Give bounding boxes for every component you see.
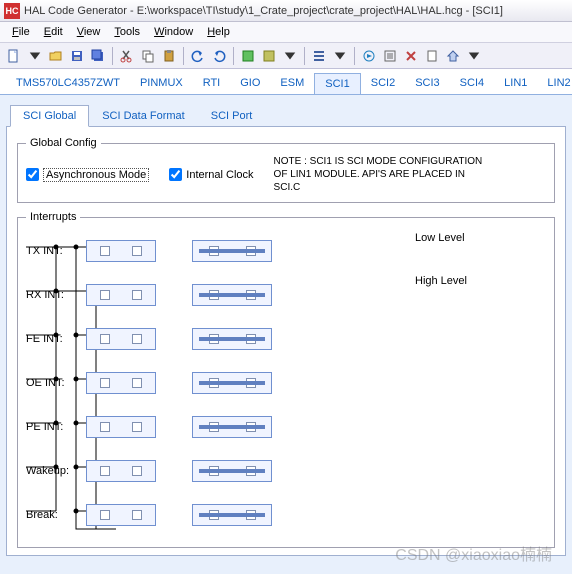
inner-tab-sci-port[interactable]: SCI Port	[198, 105, 266, 127]
menu-view[interactable]: View	[71, 24, 107, 40]
inner-tabs: SCI GlobalSCI Data FormatSCI Port	[6, 101, 566, 127]
module-tab-tms570lc4357zwt[interactable]: TMS570LC4357ZWT	[6, 73, 130, 94]
dropdown-arrow-icon[interactable]	[330, 46, 350, 66]
redo-button[interactable]	[209, 46, 229, 66]
menubar: File Edit View Tools Window Help	[0, 22, 572, 43]
module-tab-sci2[interactable]: SCI2	[361, 73, 405, 94]
content-area: SCI GlobalSCI Data FormatSCI Port Global…	[0, 94, 572, 574]
internal-clock-checkbox[interactable]: Internal Clock	[169, 168, 253, 181]
interrupt-route-widget[interactable]	[192, 416, 272, 438]
menu-edit[interactable]: Edit	[38, 24, 69, 40]
info-button[interactable]	[422, 46, 442, 66]
save-button[interactable]	[67, 46, 87, 66]
interrupt-row: Break:	[26, 493, 546, 537]
interrupt-row: PE INT:	[26, 405, 546, 449]
interrupt-label: OE INT:	[26, 377, 86, 389]
global-config-group: Global Config Asynchronous Mode Internal…	[17, 137, 555, 203]
gen-button[interactable]	[238, 46, 258, 66]
interrupt-row: RX INT:	[26, 273, 546, 317]
interrupt-row: Wakeup:	[26, 449, 546, 493]
interrupt-row: OE INT:	[26, 361, 546, 405]
paste-button[interactable]	[159, 46, 179, 66]
module-tab-pinmux[interactable]: PINMUX	[130, 73, 193, 94]
module-tab-sci4[interactable]: SCI4	[450, 73, 494, 94]
global-legend: Global Config	[26, 137, 101, 149]
undo-button[interactable]	[188, 46, 208, 66]
window-title: HAL Code Generator - E:\workspace\TI\stu…	[24, 5, 503, 17]
async-mode-checkbox[interactable]: Asynchronous Mode	[26, 168, 149, 182]
titlebar: HC HAL Code Generator - E:\workspace\TI\…	[0, 0, 572, 22]
dropdown-arrow-icon[interactable]	[464, 46, 484, 66]
delete-button[interactable]	[401, 46, 421, 66]
toolbar-separator	[304, 47, 305, 65]
interrupt-enable-widget[interactable]	[86, 460, 156, 482]
interrupt-enable-widget[interactable]	[86, 284, 156, 306]
interrupt-route-widget[interactable]	[192, 460, 272, 482]
interrupt-label: TX INT:	[26, 245, 86, 257]
toolbar-separator	[233, 47, 234, 65]
toolbar	[0, 43, 572, 69]
interrupts-legend: Interrupts	[26, 211, 80, 223]
interrupt-enable-widget[interactable]	[86, 240, 156, 262]
interrupt-enable-widget[interactable]	[86, 372, 156, 394]
list-button[interactable]	[309, 46, 329, 66]
interrupt-route-widget[interactable]	[192, 504, 272, 526]
high-level-label: High Level	[415, 275, 467, 287]
interrupt-label: PE INT:	[26, 421, 86, 433]
home-button[interactable]	[443, 46, 463, 66]
interrupt-route-widget[interactable]	[192, 284, 272, 306]
config-button[interactable]	[380, 46, 400, 66]
inner-tab-sci-data-format[interactable]: SCI Data Format	[89, 105, 198, 127]
toolbar-separator	[112, 47, 113, 65]
interrupt-label: RX INT:	[26, 289, 86, 301]
interrupt-enable-widget[interactable]	[86, 504, 156, 526]
module-tabs: TMS570LC4357ZWTPINMUXRTIGIOESMSCI1SCI2SC…	[0, 69, 572, 94]
clock-check[interactable]	[169, 168, 182, 181]
interrupt-route-widget[interactable]	[192, 328, 272, 350]
menu-help[interactable]: Help	[201, 24, 236, 40]
interrupts-group: Interrupts	[17, 211, 555, 548]
dropdown-arrow-icon[interactable]	[280, 46, 300, 66]
interrupt-enable-widget[interactable]	[86, 328, 156, 350]
save-all-button[interactable]	[88, 46, 108, 66]
module-tab-sci1[interactable]: SCI1	[314, 73, 360, 94]
interrupt-label: Break:	[26, 509, 86, 521]
toolbar-separator	[183, 47, 184, 65]
module-tab-lin1[interactable]: LIN1	[494, 73, 537, 94]
interrupt-row: TX INT:	[26, 229, 546, 273]
module-tab-gio[interactable]: GIO	[230, 73, 270, 94]
menu-window[interactable]: Window	[148, 24, 199, 40]
gen2-button[interactable]	[259, 46, 279, 66]
module-tab-sci3[interactable]: SCI3	[405, 73, 449, 94]
module-tab-rti[interactable]: RTI	[193, 73, 231, 94]
app-icon: HC	[4, 3, 20, 19]
interrupt-route-widget[interactable]	[192, 372, 272, 394]
menu-file[interactable]: File	[6, 24, 36, 40]
new-button[interactable]	[4, 46, 24, 66]
async-check[interactable]	[26, 168, 39, 181]
dropdown-arrow-icon[interactable]	[25, 46, 45, 66]
open-button[interactable]	[46, 46, 66, 66]
interrupt-route-widget[interactable]	[192, 240, 272, 262]
interrupt-row: FE INT:	[26, 317, 546, 361]
inner-tab-sci-global[interactable]: SCI Global	[10, 105, 89, 127]
menu-tools[interactable]: Tools	[108, 24, 146, 40]
run-button[interactable]	[359, 46, 379, 66]
sci-global-panel: Global Config Asynchronous Mode Internal…	[6, 126, 566, 556]
low-level-label: Low Level	[415, 232, 465, 244]
interrupt-enable-widget[interactable]	[86, 416, 156, 438]
interrupt-label: Wakeup:	[26, 465, 86, 477]
cut-button[interactable]	[117, 46, 137, 66]
interrupt-label: FE INT:	[26, 333, 86, 345]
module-tab-esm[interactable]: ESM	[270, 73, 314, 94]
toolbar-separator	[354, 47, 355, 65]
copy-button[interactable]	[138, 46, 158, 66]
config-note: NOTE : SCI1 IS SCI MODE CONFIGURATION OF…	[274, 155, 494, 194]
module-tab-lin2[interactable]: LIN2	[537, 73, 572, 94]
